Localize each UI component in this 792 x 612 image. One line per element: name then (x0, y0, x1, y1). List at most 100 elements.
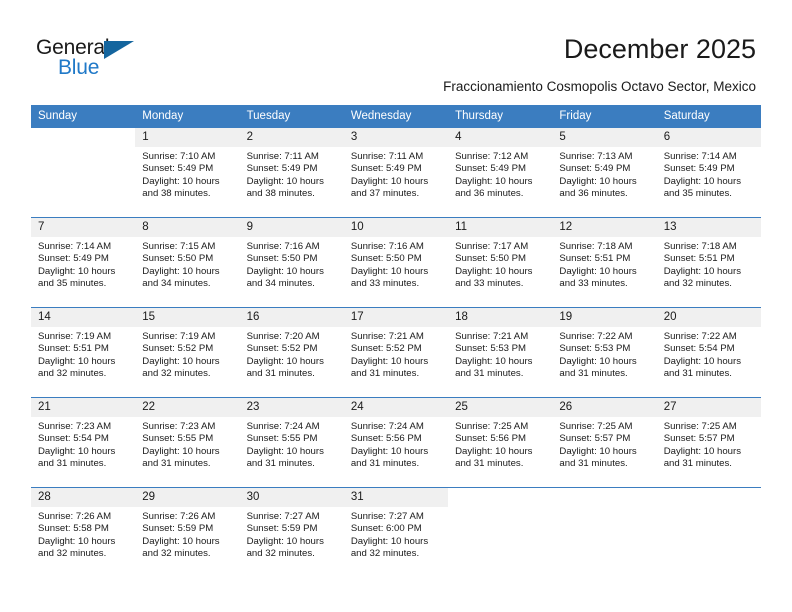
day-info: Sunrise: 7:26 AM Sunset: 5:58 PM Dayligh… (31, 507, 135, 561)
calendar-cell[interactable]: 19 Sunrise: 7:22 AM Sunset: 5:53 PM Dayl… (552, 307, 657, 398)
day-cell: 8 Sunrise: 7:15 AM Sunset: 5:50 PM Dayli… (135, 218, 240, 307)
day-cell: 21 Sunrise: 7:23 AM Sunset: 5:54 PM Dayl… (31, 398, 136, 487)
calendar-cell[interactable]: 22 Sunrise: 7:23 AM Sunset: 5:55 PM Dayl… (135, 397, 240, 488)
daylight-text-line1: Daylight: 10 hours (246, 175, 324, 187)
sunset-text: Sunset: 5:52 PM (350, 343, 422, 355)
day-info: Sunrise: 7:19 AM Sunset: 5:51 PM Dayligh… (31, 327, 135, 381)
sunset-text: Sunset: 5:51 PM (38, 343, 109, 355)
sunset-text: Sunset: 5:49 PM (142, 163, 214, 175)
daylight-text-line2: and 34 minutes. (246, 278, 315, 290)
daylight-text-line2: and 32 minutes. (142, 548, 211, 560)
day-info: Sunrise: 7:14 AM Sunset: 5:49 PM Dayligh… (31, 237, 135, 291)
weekday-header-tuesday: Tuesday (239, 105, 344, 128)
day-info: Sunrise: 7:11 AM Sunset: 5:49 PM Dayligh… (240, 147, 344, 201)
day-cell: 19 Sunrise: 7:22 AM Sunset: 5:53 PM Dayl… (552, 308, 657, 397)
day-number: 29 (135, 488, 240, 507)
calendar-cell[interactable]: 3 Sunrise: 7:11 AM Sunset: 5:49 PM Dayli… (343, 127, 449, 218)
sunrise-text: Sunrise: 7:19 AM (142, 331, 216, 342)
calendar-cell[interactable]: 10 Sunrise: 7:16 AM Sunset: 5:50 PM Dayl… (343, 217, 449, 308)
daylight-text-line1: Daylight: 10 hours (246, 445, 324, 457)
calendar-cell[interactable]: 17 Sunrise: 7:21 AM Sunset: 5:52 PM Dayl… (343, 307, 449, 398)
daylight-text-line2: and 32 minutes. (142, 368, 211, 380)
day-info: Sunrise: 7:23 AM Sunset: 5:54 PM Dayligh… (31, 417, 135, 471)
day-cell: 14 Sunrise: 7:19 AM Sunset: 5:51 PM Dayl… (31, 308, 136, 397)
sunrise-text: Sunrise: 7:22 AM (559, 331, 633, 342)
day-info: Sunrise: 7:27 AM Sunset: 5:59 PM Dayligh… (240, 507, 344, 561)
day-info: Sunrise: 7:12 AM Sunset: 5:49 PM Dayligh… (448, 147, 552, 201)
daylight-text-line2: and 38 minutes. (246, 188, 315, 200)
day-cell: 3 Sunrise: 7:11 AM Sunset: 5:49 PM Dayli… (343, 128, 449, 217)
day-number: 27 (656, 398, 761, 417)
day-info: Sunrise: 7:21 AM Sunset: 5:53 PM Dayligh… (448, 327, 552, 381)
calendar-cell[interactable]: 26 Sunrise: 7:25 AM Sunset: 5:57 PM Dayl… (552, 397, 657, 488)
calendar-cell[interactable] (552, 487, 657, 577)
calendar-cell[interactable]: 8 Sunrise: 7:15 AM Sunset: 5:50 PM Dayli… (135, 217, 240, 308)
calendar-cell[interactable]: 1 Sunrise: 7:10 AM Sunset: 5:49 PM Dayli… (135, 127, 240, 218)
day-cell-empty (31, 128, 136, 217)
sunset-text: Sunset: 5:52 PM (246, 343, 318, 355)
calendar-cell[interactable]: 12 Sunrise: 7:18 AM Sunset: 5:51 PM Dayl… (552, 217, 657, 308)
calendar-cell[interactable]: 4 Sunrise: 7:12 AM Sunset: 5:49 PM Dayli… (448, 127, 553, 218)
daylight-text-line2: and 35 minutes. (38, 278, 107, 290)
daylight-text-line2: and 36 minutes. (559, 188, 628, 200)
calendar-cell[interactable]: 28 Sunrise: 7:26 AM Sunset: 5:58 PM Dayl… (31, 487, 136, 577)
weekday-header-thursday: Thursday (448, 105, 553, 128)
calendar-cell[interactable]: 30 Sunrise: 7:27 AM Sunset: 5:59 PM Dayl… (239, 487, 344, 577)
calendar-cell[interactable]: 11 Sunrise: 7:17 AM Sunset: 5:50 PM Dayl… (448, 217, 553, 308)
page-subtitle: Fraccionamiento Cosmopolis Octavo Sector… (443, 79, 756, 94)
daylight-text-line1: Daylight: 10 hours (246, 355, 324, 367)
daylight-text-line2: and 32 minutes. (663, 278, 732, 290)
sunrise-text: Sunrise: 7:14 AM (38, 241, 112, 252)
calendar-cell[interactable]: 6 Sunrise: 7:14 AM Sunset: 5:49 PM Dayli… (656, 127, 761, 218)
daylight-text-line2: and 31 minutes. (455, 458, 524, 470)
sunset-text: Sunset: 5:59 PM (142, 523, 214, 535)
sunrise-text: Sunrise: 7:27 AM (350, 511, 424, 522)
daylight-text-line2: and 31 minutes. (663, 368, 732, 380)
calendar-cell[interactable]: 7 Sunrise: 7:14 AM Sunset: 5:49 PM Dayli… (31, 217, 136, 308)
day-cell: 13 Sunrise: 7:18 AM Sunset: 5:51 PM Dayl… (656, 218, 761, 307)
calendar-cell[interactable] (448, 487, 553, 577)
day-number: 1 (135, 128, 240, 147)
daylight-text-line1: Daylight: 10 hours (455, 265, 533, 277)
daylight-text-line2: and 33 minutes. (559, 278, 628, 290)
calendar-cell[interactable]: 16 Sunrise: 7:20 AM Sunset: 5:52 PM Dayl… (239, 307, 344, 398)
sunset-text: Sunset: 5:54 PM (663, 343, 735, 355)
calendar-cell[interactable]: 20 Sunrise: 7:22 AM Sunset: 5:54 PM Dayl… (656, 307, 761, 398)
calendar-cell[interactable]: 18 Sunrise: 7:21 AM Sunset: 5:53 PM Dayl… (448, 307, 553, 398)
day-cell-empty (656, 488, 761, 577)
day-info: Sunrise: 7:25 AM Sunset: 5:56 PM Dayligh… (448, 417, 552, 471)
calendar-cell[interactable]: 9 Sunrise: 7:16 AM Sunset: 5:50 PM Dayli… (239, 217, 344, 308)
calendar-cell[interactable]: 23 Sunrise: 7:24 AM Sunset: 5:55 PM Dayl… (239, 397, 344, 488)
calendar-cell[interactable]: 25 Sunrise: 7:25 AM Sunset: 5:56 PM Dayl… (448, 397, 553, 488)
day-number: 2 (239, 128, 344, 147)
calendar-week-row: 7 Sunrise: 7:14 AM Sunset: 5:49 PM Dayli… (31, 217, 761, 308)
day-number: 31 (343, 488, 449, 507)
day-info: Sunrise: 7:13 AM Sunset: 5:49 PM Dayligh… (552, 147, 656, 201)
calendar-week-row: 21 Sunrise: 7:23 AM Sunset: 5:54 PM Dayl… (31, 397, 761, 488)
calendar-cell[interactable]: 27 Sunrise: 7:25 AM Sunset: 5:57 PM Dayl… (656, 397, 761, 488)
general-blue-logo[interactable]: General Blue (36, 36, 156, 84)
day-cell: 31 Sunrise: 7:27 AM Sunset: 6:00 PM Dayl… (343, 488, 449, 577)
page-title: December 2025 (563, 34, 756, 64)
calendar-cell[interactable]: 5 Sunrise: 7:13 AM Sunset: 5:49 PM Dayli… (552, 127, 657, 218)
sunset-text: Sunset: 5:49 PM (246, 163, 318, 175)
calendar-cell[interactable]: 24 Sunrise: 7:24 AM Sunset: 5:56 PM Dayl… (343, 397, 449, 488)
day-number: 9 (239, 218, 344, 237)
daylight-text-line1: Daylight: 10 hours (559, 355, 637, 367)
calendar-cell[interactable]: 14 Sunrise: 7:19 AM Sunset: 5:51 PM Dayl… (31, 307, 136, 398)
calendar-cell[interactable]: 2 Sunrise: 7:11 AM Sunset: 5:49 PM Dayli… (239, 127, 344, 218)
daylight-text-line1: Daylight: 10 hours (142, 265, 220, 277)
calendar-cell[interactable]: 13 Sunrise: 7:18 AM Sunset: 5:51 PM Dayl… (656, 217, 761, 308)
calendar-cell[interactable]: 29 Sunrise: 7:26 AM Sunset: 5:59 PM Dayl… (135, 487, 240, 577)
calendar-cell[interactable]: 15 Sunrise: 7:19 AM Sunset: 5:52 PM Dayl… (135, 307, 240, 398)
sunset-text: Sunset: 6:00 PM (350, 523, 422, 535)
calendar-cell[interactable]: 21 Sunrise: 7:23 AM Sunset: 5:54 PM Dayl… (31, 397, 136, 488)
calendar-cell[interactable]: 31 Sunrise: 7:27 AM Sunset: 6:00 PM Dayl… (343, 487, 449, 577)
calendar-week-row: 14 Sunrise: 7:19 AM Sunset: 5:51 PM Dayl… (31, 307, 761, 398)
calendar-cell[interactable] (656, 487, 761, 577)
daylight-text-line1: Daylight: 10 hours (559, 265, 637, 277)
day-info: Sunrise: 7:27 AM Sunset: 6:00 PM Dayligh… (344, 507, 448, 561)
daylight-text-line1: Daylight: 10 hours (142, 355, 220, 367)
calendar-cell[interactable] (31, 127, 136, 218)
daylight-text-line1: Daylight: 10 hours (559, 445, 637, 457)
